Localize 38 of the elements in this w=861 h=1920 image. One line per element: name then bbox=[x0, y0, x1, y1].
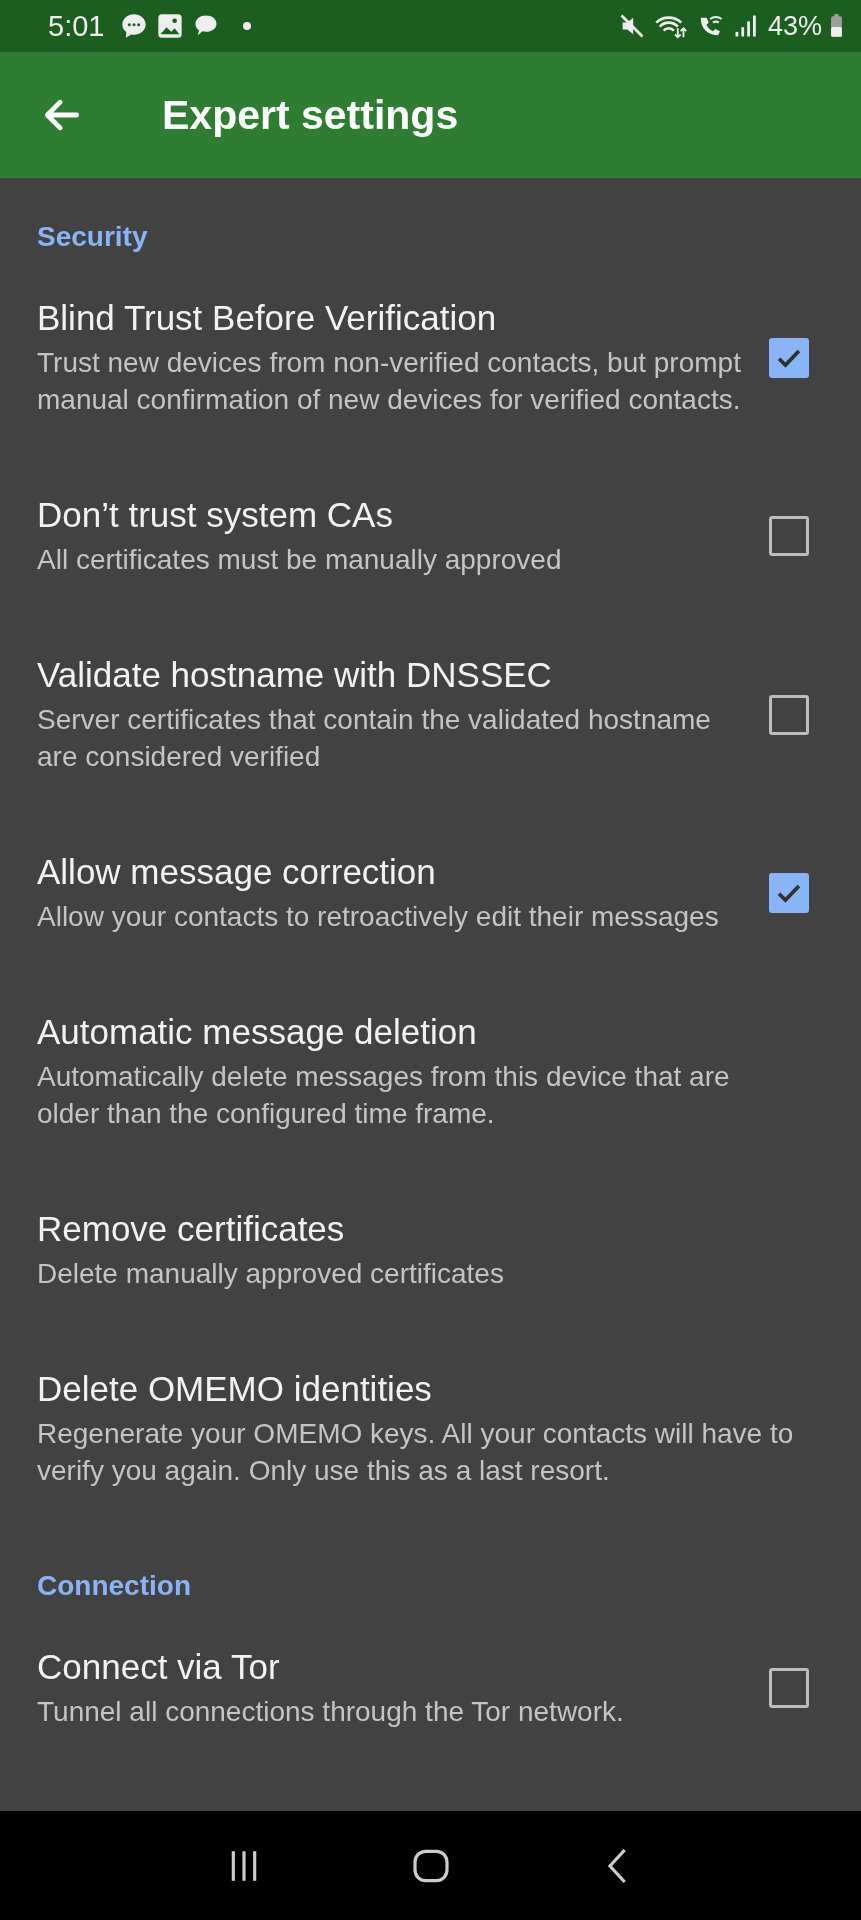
checkbox[interactable] bbox=[769, 694, 809, 735]
battery-percentage: 43% bbox=[767, 10, 822, 42]
section-header: Security bbox=[36, 220, 149, 254]
preference-summary: Regenerate your OMEMO keys. All your contacts will have to verify you again. Only use this as a last resort. bbox=[37, 1417, 795, 1488]
preference-item[interactable]: Don’t trust system CAs All certificates must be manually approved bbox=[0, 456, 861, 616]
preference-summary: Allow your contacts to retroactively edit their messages bbox=[37, 900, 720, 934]
section-header: Connection bbox=[36, 1569, 192, 1603]
preference-item[interactable]: Allow message correction Allow your contacts to retroactively edit their messages bbox=[0, 813, 861, 973]
clock-time: 5:01 bbox=[48, 9, 105, 43]
preference-title: Remove certificates bbox=[37, 1208, 346, 1250]
image-icon bbox=[156, 12, 185, 40]
preference-title: Blind Trust Before Verification bbox=[37, 297, 498, 339]
preference-title: Validate hostname with DNSSEC bbox=[37, 654, 553, 696]
preference-summary: All certificates must be manually approved bbox=[37, 543, 563, 577]
preference-title: Allow message correction bbox=[37, 851, 437, 893]
notification-dot-icon bbox=[242, 21, 253, 31]
screen-title: Expert settings bbox=[162, 91, 459, 139]
checkbox[interactable] bbox=[769, 337, 809, 378]
preference-item[interactable]: Connect via Tor Tunnel all connections through the Tor network. bbox=[0, 1608, 861, 1768]
preference-summary: Trust new devices from non-verified contacts, but prompt manual confirmation of new devices for verified contacts. bbox=[37, 346, 742, 417]
preference-item[interactable]: Validate hostname with DNSSEC Server certificates that contain the validated hostname are considered verified bbox=[0, 616, 861, 813]
chat-bubble-icon bbox=[120, 12, 149, 40]
checkbox[interactable] bbox=[769, 873, 809, 913]
preference-item[interactable]: Automatic message deletion Automatically delete messages from this device that are older than the configured time frame. bbox=[0, 973, 861, 1170]
preference-summary: Automatically delete messages from this device that are older than the configured time frame. bbox=[37, 1060, 731, 1131]
checkbox[interactable] bbox=[769, 516, 809, 556]
battery-icon bbox=[830, 13, 843, 39]
preference-summary: Server certificates that contain the validated hostname are considered verified bbox=[37, 703, 712, 774]
preference-item[interactable]: Delete OMEMO identities Regenerate your OMEMO keys. All your contacts will have to verify you again. Only use this as a last resort. bbox=[0, 1330, 861, 1527]
preference-item[interactable]: Blind Trust Before Verification Trust new devices from non-verified contacts, but prompt manual confirmation of new devices for verified contacts. bbox=[0, 259, 861, 456]
checkbox[interactable] bbox=[769, 1668, 809, 1708]
preference-title: Automatic message deletion bbox=[37, 1011, 478, 1053]
preference-title: Connect via Tor bbox=[37, 1646, 281, 1688]
preference-summary: Tunnel all connections through the Tor network. bbox=[37, 1695, 625, 1729]
preference-summary: Delete manually approved certificates bbox=[37, 1257, 505, 1291]
preference-title: Don’t trust system CAs bbox=[37, 494, 394, 536]
preference-item[interactable]: Remove certificates Delete manually approved certificates bbox=[0, 1170, 861, 1330]
preference-title: Delete OMEMO identities bbox=[37, 1368, 433, 1410]
